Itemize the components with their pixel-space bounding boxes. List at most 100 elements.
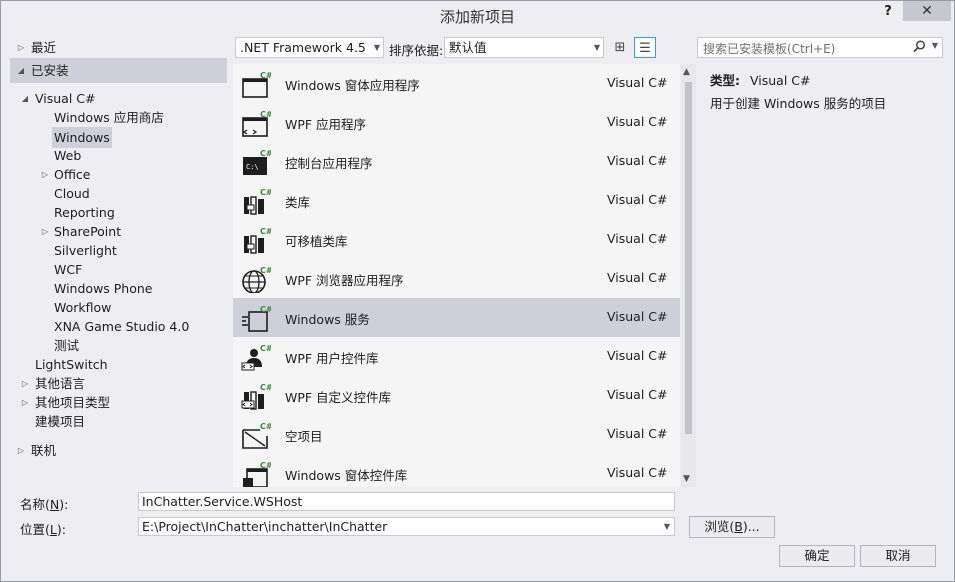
svg-text:C#: C# bbox=[260, 344, 271, 353]
scroll-thumb[interactable] bbox=[685, 82, 692, 434]
template-language: Visual C# bbox=[607, 192, 668, 207]
template-description: 用于创建 Windows 服务的项目 bbox=[710, 96, 887, 111]
details-panel: 类型: Visual C# 用于创建 Windows 服务的项目 bbox=[710, 70, 886, 116]
expand-arrow-icon[interactable]: ▷ bbox=[16, 441, 26, 460]
tree-item-label: 最近 bbox=[31, 40, 57, 55]
customcontrol-template-icon: C# bbox=[241, 382, 273, 410]
template-language: Visual C# bbox=[607, 387, 668, 402]
expand-arrow-icon[interactable]: ▷ bbox=[40, 165, 50, 184]
wpf-template-icon: C# bbox=[241, 109, 273, 137]
template-language: Visual C# bbox=[607, 348, 668, 363]
svg-text:C#: C# bbox=[260, 149, 271, 158]
tree-item[interactable]: ◢ 已安装 bbox=[10, 58, 227, 83]
template-name: Windows 窗体应用程序 bbox=[285, 78, 420, 93]
tree-item-label: Office bbox=[54, 167, 91, 182]
tree-item-label: Visual C# bbox=[35, 91, 96, 106]
search-box[interactable]: 搜索已安装模板(Ctrl+E) ▼ bbox=[697, 37, 943, 58]
grid-view-icon[interactable]: ⊞ bbox=[609, 37, 631, 58]
template-name: Windows 窗体控件库 bbox=[285, 468, 408, 483]
tree-item-label: 其他项目类型 bbox=[35, 395, 111, 410]
template-name: WPF 浏览器应用程序 bbox=[285, 273, 404, 288]
template-item[interactable]: C# WPF 用户控件库 Visual C# bbox=[233, 337, 680, 376]
location-label: 位置(L): bbox=[20, 522, 66, 537]
search-icon[interactable] bbox=[913, 40, 926, 57]
svg-text:C#: C# bbox=[260, 383, 271, 392]
usercontrol-template-icon: C# bbox=[241, 343, 273, 371]
tree-item-label: LightSwitch bbox=[35, 357, 108, 372]
name-label: 名称(N): bbox=[20, 497, 69, 512]
portable-template-icon: C# bbox=[241, 226, 273, 254]
sort-value: 默认值 bbox=[449, 40, 487, 55]
sort-label: 排序依据: bbox=[389, 43, 444, 58]
template-name: 可移植类库 bbox=[285, 234, 348, 249]
empty-template-icon: C# bbox=[241, 421, 273, 449]
help-button[interactable]: ? bbox=[877, 2, 899, 24]
tree-item-label: Web bbox=[54, 148, 82, 163]
svg-text:C#: C# bbox=[260, 266, 271, 275]
tree-item-label: SharePoint bbox=[54, 224, 122, 239]
dialog-title: 添加新项目 bbox=[439, 8, 515, 26]
tree-item-label: 建模项目 bbox=[35, 414, 86, 429]
scroll-up-icon[interactable]: ▲ bbox=[683, 67, 690, 77]
location-field[interactable]: E:\Project\InChatter\inchatter\InChatter… bbox=[138, 517, 675, 536]
svg-text:C#: C# bbox=[260, 188, 271, 197]
template-item[interactable]: C# WPF 浏览器应用程序 Visual C# bbox=[233, 259, 680, 298]
browser-template-icon: C# bbox=[241, 265, 273, 294]
template-language: Visual C# bbox=[607, 426, 668, 441]
template-language: Visual C# bbox=[607, 75, 668, 90]
expand-arrow-icon[interactable]: ▷ bbox=[16, 38, 26, 57]
template-language: Visual C# bbox=[607, 465, 668, 480]
template-item[interactable]: C# WPF 应用程序 Visual C# bbox=[233, 103, 680, 142]
chevron-down-icon[interactable]: ▼ bbox=[664, 518, 670, 535]
location-field-value: E:\Project\InChatter\inchatter\InChatter bbox=[142, 519, 388, 534]
template-item[interactable]: C# Windows 服务 Visual C# bbox=[233, 298, 680, 337]
chevron-down-icon[interactable]: ▼ bbox=[932, 41, 938, 50]
expand-arrow-icon[interactable]: ▷ bbox=[40, 222, 50, 241]
category-tree: ▷ 最近 ◢ 已安装 ◢ Visual C# Windows 应用商店 Windows Web ▷… bbox=[10, 32, 228, 487]
svg-text:C:\: C:\ bbox=[246, 163, 259, 171]
tree-item-label: XNA Game Studio 4.0 bbox=[54, 319, 190, 334]
template-item[interactable]: C# 可移植类库 Visual C# bbox=[233, 220, 680, 259]
template-name: Windows 服务 bbox=[285, 312, 370, 327]
collapse-arrow-icon[interactable]: ◢ bbox=[20, 89, 30, 108]
type-label: 类型: bbox=[710, 73, 740, 88]
template-item[interactable]: C# Windows 窗体控件库 Visual C# bbox=[233, 454, 680, 487]
console-template-icon: C:\C# bbox=[241, 148, 273, 176]
expand-arrow-icon[interactable]: ▷ bbox=[20, 393, 30, 412]
expand-arrow-icon[interactable]: ▷ bbox=[20, 374, 30, 393]
scroll-down-icon[interactable]: ▼ bbox=[683, 474, 690, 484]
tree-item-label: WCF bbox=[54, 262, 83, 277]
template-list-scrollbar[interactable]: ▲ ▼ bbox=[681, 64, 696, 487]
tree-item-label: Windows 应用商店 bbox=[54, 110, 164, 125]
name-field[interactable]: InChatter.Service.WSHost bbox=[138, 492, 675, 511]
close-button[interactable]: ✕ bbox=[903, 1, 951, 21]
cancel-button[interactable]: 取消 bbox=[860, 545, 936, 567]
framework-dropdown[interactable]: .NET Framework 4.5 ▼ bbox=[235, 37, 384, 58]
ok-button[interactable]: 确定 bbox=[779, 545, 855, 567]
template-name: WPF 应用程序 bbox=[285, 117, 367, 132]
search-input[interactable]: 搜索已安装模板(Ctrl+E) bbox=[703, 40, 835, 57]
template-item[interactable]: C# 空项目 Visual C# bbox=[233, 415, 680, 454]
sort-dropdown[interactable]: 默认值 ▼ bbox=[444, 37, 604, 58]
list-view-icon[interactable]: ☰ bbox=[634, 37, 656, 58]
chevron-down-icon: ▼ bbox=[373, 43, 380, 52]
svg-text:C#: C# bbox=[260, 71, 271, 80]
window-template-icon: C# bbox=[241, 70, 273, 98]
template-name: 控制台应用程序 bbox=[285, 156, 373, 171]
template-language: Visual C# bbox=[607, 231, 668, 246]
collapse-arrow-icon[interactable]: ◢ bbox=[16, 58, 26, 83]
svg-text:C#: C# bbox=[260, 305, 271, 314]
template-list: C# Windows 窗体应用程序 Visual C# C# WPF 应用程序 Visua… bbox=[233, 64, 680, 487]
formcontrol-template-icon: C# bbox=[241, 460, 273, 487]
template-language: Visual C# bbox=[607, 114, 668, 129]
tree-item-label: Windows bbox=[52, 127, 112, 148]
template-item[interactable]: C# Windows 窗体应用程序 Visual C# bbox=[233, 64, 680, 103]
template-item[interactable]: C# WPF 自定义控件库 Visual C# bbox=[233, 376, 680, 415]
template-item[interactable]: C:\C# 控制台应用程序 Visual C# bbox=[233, 142, 680, 181]
chevron-down-icon: ▼ bbox=[593, 43, 600, 52]
template-name: 空项目 bbox=[285, 429, 323, 444]
type-value: Visual C# bbox=[749, 73, 811, 88]
template-name: WPF 自定义控件库 bbox=[285, 390, 392, 405]
browse-button[interactable]: 浏览(B)... bbox=[689, 516, 775, 538]
template-item[interactable]: C# 类库 Visual C# bbox=[233, 181, 680, 220]
